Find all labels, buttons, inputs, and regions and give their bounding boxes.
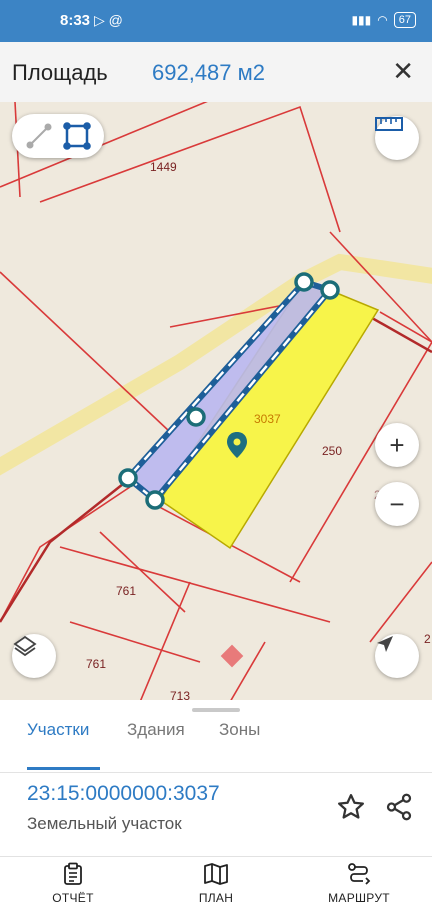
- map-label-3037: 3037: [254, 412, 281, 426]
- nav-plan[interactable]: ПЛАН: [161, 861, 271, 905]
- close-icon[interactable]: ✕: [392, 56, 414, 87]
- area-header: Площадь 692,487 м2 ✕: [0, 42, 432, 102]
- map-label-713: 713: [170, 689, 191, 700]
- nav-report-label: ОТЧЁТ: [52, 891, 94, 905]
- parcel-type: Земельный участок: [27, 814, 182, 833]
- map-label-250: 250: [322, 444, 343, 458]
- share-icon[interactable]: [384, 792, 414, 822]
- polygon-tool-icon[interactable]: [63, 122, 91, 150]
- tabs-divider: [0, 772, 432, 773]
- battery-indicator: 67: [393, 12, 416, 28]
- zoom-out-icon[interactable]: −: [375, 482, 419, 526]
- map-marker-square: [220, 644, 244, 668]
- nav-plan-label: ПЛАН: [198, 891, 234, 905]
- line-tool-icon[interactable]: [26, 123, 52, 149]
- status-right-icons: ▮▮▮ ◠ 67: [351, 12, 416, 28]
- tab-parcels[interactable]: Участки: [27, 720, 89, 740]
- category-tabs: Участки Здания Зоны: [0, 716, 432, 773]
- area-value: 692,487 м2: [152, 60, 265, 85]
- nav-route-label: МАРШРУТ: [328, 891, 390, 905]
- location-arrow-icon[interactable]: [375, 634, 419, 678]
- map-label-761-bottom: 761: [86, 657, 107, 671]
- status-notification-icons: ▷ @: [94, 12, 123, 28]
- bottom-navigation: ОТЧЁТ ПЛАН МАРШРУТ: [0, 856, 432, 911]
- map-plan-icon: [161, 861, 271, 887]
- map-view[interactable]: 1449 3037 250 761 761 713 298 2: [0, 102, 432, 700]
- map-canvas[interactable]: [0, 102, 432, 700]
- tab-zones[interactable]: Зоны: [219, 720, 260, 740]
- signal-icon: ▮▮▮: [351, 13, 372, 27]
- status-bar: 8:33 ▷ @ ▮▮▮ ◠ 67: [0, 0, 432, 42]
- area-title: Площадь: [12, 60, 108, 85]
- parcel-pin-dot: [233, 438, 241, 446]
- nav-route[interactable]: МАРШРУТ: [304, 861, 414, 905]
- cadastral-number[interactable]: 23:15:0000000:3037: [27, 782, 220, 806]
- ruler-icon[interactable]: [375, 116, 419, 160]
- draw-tool-selector: [12, 114, 104, 158]
- zoom-in-icon[interactable]: +: [375, 423, 419, 467]
- layers-icon[interactable]: [12, 634, 56, 678]
- sheet-drag-handle[interactable]: [192, 708, 240, 712]
- report-icon: [18, 861, 128, 887]
- nav-report[interactable]: ОТЧЁТ: [18, 861, 128, 905]
- wifi-icon: ◠: [377, 13, 388, 27]
- tab-buildings[interactable]: Здания: [127, 720, 185, 740]
- map-label-761-top: 761: [116, 584, 137, 598]
- route-icon: [304, 861, 414, 887]
- active-tab-indicator: [27, 767, 100, 770]
- map-label-1449: 1449: [150, 160, 177, 174]
- map-label-2: 2: [424, 632, 431, 646]
- status-time: 8:33: [60, 12, 91, 29]
- star-icon[interactable]: [336, 792, 366, 822]
